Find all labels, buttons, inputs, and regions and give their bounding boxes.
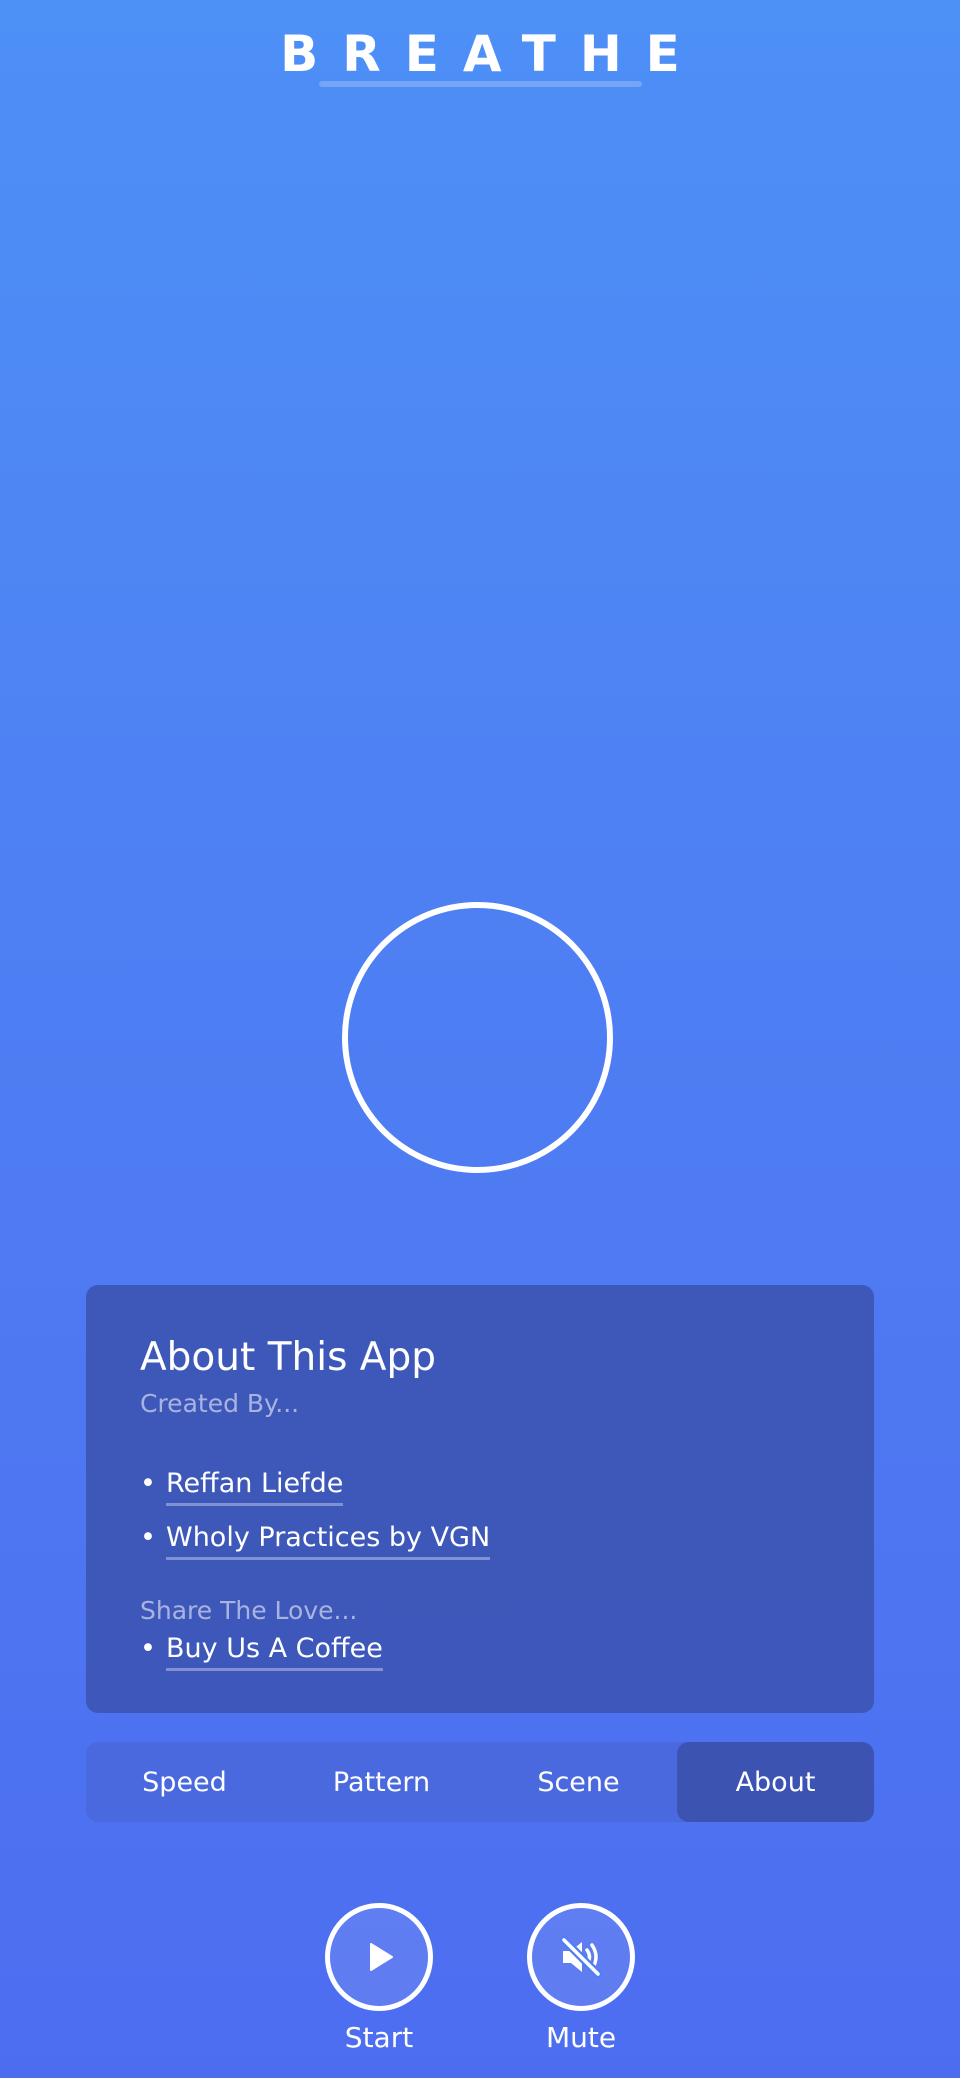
brand: BREATHE [0, 26, 960, 82]
tab-about[interactable]: About [677, 1742, 874, 1822]
about-title: About This App [140, 1335, 436, 1380]
title-underline [319, 81, 642, 87]
list-item: • Wholy Practices by VGN [140, 1521, 820, 1560]
list-item: • Buy Us A Coffee [140, 1632, 820, 1671]
bullet: • [140, 1633, 156, 1664]
share-label: Share The Love... [140, 1596, 358, 1625]
credits-list: • Reffan Liefde • Wholy Practices by VGN [140, 1467, 820, 1560]
bullet: • [140, 1468, 156, 1499]
about-panel: About This App Created By... • Reffan Li… [86, 1285, 874, 1713]
created-by-label: Created By... [140, 1389, 300, 1418]
credit-link-reffan-liefde[interactable]: Reffan Liefde [166, 1467, 344, 1506]
tab-pattern[interactable]: Pattern [283, 1742, 480, 1822]
speaker-muted-icon [560, 1936, 602, 1978]
list-item: • Reffan Liefde [140, 1467, 820, 1506]
buy-coffee-link[interactable]: Buy Us A Coffee [166, 1632, 383, 1671]
bullet: • [140, 1522, 156, 1553]
tab-scene[interactable]: Scene [480, 1742, 677, 1822]
start-button[interactable] [325, 1903, 433, 2011]
share-list: • Buy Us A Coffee [140, 1632, 820, 1671]
mute-button[interactable] [527, 1903, 635, 2011]
breathing-circle [342, 902, 613, 1173]
start-label: Start [344, 2021, 414, 2054]
mute-label: Mute [545, 2021, 617, 2054]
app-title: BREATHE [280, 25, 704, 83]
start-control: Start [325, 1903, 433, 2055]
settings-tab-bar: Speed Pattern Scene About [86, 1742, 874, 1822]
mute-control: Mute [527, 1903, 635, 2055]
tab-speed[interactable]: Speed [86, 1742, 283, 1822]
play-icon [370, 1943, 393, 1971]
credit-link-wholy-practices[interactable]: Wholy Practices by VGN [166, 1521, 491, 1560]
